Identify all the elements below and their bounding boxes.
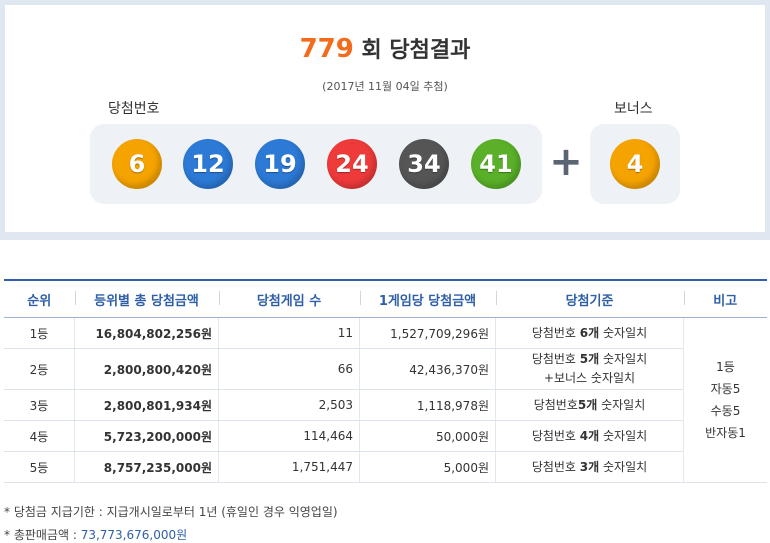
criteria-text: 숫자일치 [599,325,648,340]
criteria-count: 6개 [579,325,600,340]
number-ball: 6 [112,139,162,189]
bonus-ball: 4 [610,139,660,189]
bonus-number-box: 4 [590,124,680,204]
criteria-text: 당첨번호 [531,428,580,443]
payment-deadline-note: * 당첨금 지급기한 : 지급개시일로부터 1년 (휴일인 경우 익영업일) [4,505,338,519]
table-header-row: 순위 등위별 총 당첨금액 당첨게임 수 1게임당 당첨금액 당첨기준 비고 [4,279,767,318]
number-ball: 19 [255,139,305,189]
criteria-text: 숫자일치 [599,459,648,474]
rank-cell: 5등 [4,451,75,483]
number-ball: 41 [471,139,521,189]
total-sales-note: * 총판매금액 : 73,773,676,000원 [4,526,187,543]
note-line: 1등 [716,360,735,374]
table-row: 3등 2,800,801,934원 2,503 1,118,978원 당첨번호5… [4,389,767,421]
col-rank: 순위 [4,279,75,318]
criteria-count: 4개 [579,428,600,443]
criteria-cell: 당첨번호 4개 숫자일치 [495,420,684,452]
criteria-text: 당첨번호 [533,397,578,412]
page-title: 779 회 당첨결과 [0,32,770,64]
title-suffix: 회 당첨결과 [361,38,471,63]
prize-per-game-cell: 42,436,370원 [359,348,496,390]
draw-date: (2017년 11월 04일 추첨) [322,80,448,93]
prize-per-game-cell: 1,527,709,296원 [359,317,496,349]
total-prize-cell: 5,723,200,000원 [74,420,219,452]
table-row: 2등 2,800,800,420원 66 42,436,370원 당첨번호 5개… [4,348,767,390]
total-prize-cell: 8,757,235,000원 [74,451,219,483]
criteria-cell: 당첨번호5개 숫자일치 [495,389,684,421]
plus-icon: + [549,139,583,185]
total-prize-cell: 16,804,802,256원 [74,317,219,349]
col-prize-per-game: 1게임당 당첨금액 [359,279,496,318]
table-row: 4등 5,723,200,000원 114,464 50,000원 당첨번호 4… [4,420,767,452]
winner-count-cell: 114,464 [218,420,360,452]
criteria-text: 당첨번호 [531,459,580,474]
criteria-text: 숫자일치 [599,428,648,443]
rank-cell: 2등 [4,348,75,390]
winning-numbers-label: 당첨번호 [108,101,160,117]
total-prize-cell: 2,800,800,420원 [74,348,219,390]
rank-cell: 4등 [4,420,75,452]
note-line: 반자동1 [705,426,746,440]
criteria-count: 3개 [579,459,600,474]
table-row: 1등 16,804,802,256원 11 1,527,709,296원 당첨번… [4,317,767,483]
criteria-count: 5개 [577,397,598,412]
note-line: 수동5 [710,404,741,418]
number-ball: 34 [399,139,449,189]
prize-per-game-cell: 5,000원 [359,451,496,483]
round-number: 779 [299,34,354,64]
winner-count-cell: 1,751,447 [218,451,360,483]
criteria-count: 5개 [579,352,600,366]
winner-count-cell: 11 [218,317,360,349]
criteria-text: 숫자일치 [597,397,646,412]
prize-per-game-cell: 1,118,978원 [359,389,496,421]
col-note: 비고 [683,279,767,318]
note-line: 자동5 [710,382,741,396]
total-sales-value: 73,773,676,000원 [80,528,188,542]
criteria-text: 당첨번호 [531,325,580,340]
winning-numbers-box: 6 12 19 24 34 41 [90,124,542,204]
rank-cell: 3등 [4,389,75,421]
criteria-cell: 당첨번호 5개 숫자일치 +보너스 숫자일치 [495,348,684,390]
criteria-text: 당첨번호 [531,352,580,366]
table-row: 5등 8,757,235,000원 1,751,447 5,000원 당첨번호 … [4,451,767,483]
col-total-prize: 등위별 총 당첨금액 [74,279,219,318]
col-criteria: 당첨기준 [495,279,684,318]
winner-count-cell: 2,503 [218,389,360,421]
criteria-cell: 당첨번호 3개 숫자일치 [495,451,684,483]
prize-per-game-cell: 50,000원 [359,420,496,452]
bonus-label: 보너스 [614,101,653,117]
rank-cell: 1등 [4,317,75,349]
criteria-bonus-text: +보너스 숫자일치 [543,371,636,385]
winner-count-cell: 66 [218,348,360,390]
criteria-cell: 당첨번호 6개 숫자일치 [495,317,684,349]
col-winner-count: 당첨게임 수 [218,279,360,318]
total-sales-label: * 총판매금액 : [4,528,81,542]
total-prize-cell: 2,800,801,934원 [74,389,219,421]
note-cell: 1등 자동5 수동5 반자동1 [683,317,767,483]
criteria-text: 숫자일치 [599,352,648,366]
prize-table: 순위 등위별 총 당첨금액 당첨게임 수 1게임당 당첨금액 당첨기준 비고 1… [4,279,767,483]
number-ball: 12 [183,139,233,189]
number-ball: 24 [327,139,377,189]
